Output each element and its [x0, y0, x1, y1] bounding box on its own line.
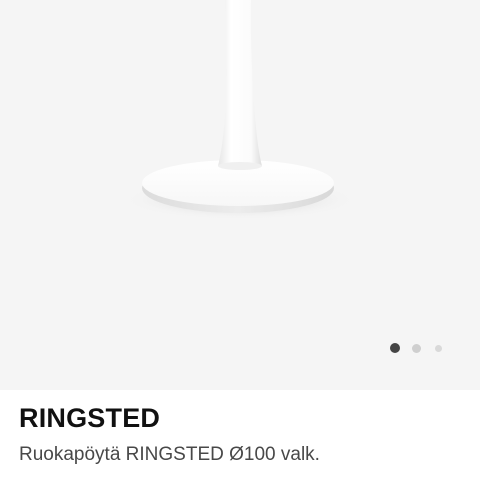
carousel-dot-2[interactable]: [412, 344, 421, 353]
product-info[interactable]: RINGSTED Ruokapöytä RINGSTED Ø100 valk.: [0, 390, 480, 480]
product-image: [122, 0, 358, 220]
table-stem: [218, 0, 262, 166]
product-image-gallery[interactable]: [0, 0, 480, 390]
product-description: Ruokapöytä RINGSTED Ø100 valk.: [19, 444, 320, 465]
carousel-dot-1[interactable]: [390, 343, 400, 353]
table-stem-foot: [218, 162, 262, 170]
carousel-dot-3[interactable]: [435, 345, 442, 352]
product-name: RINGSTED: [19, 403, 161, 433]
